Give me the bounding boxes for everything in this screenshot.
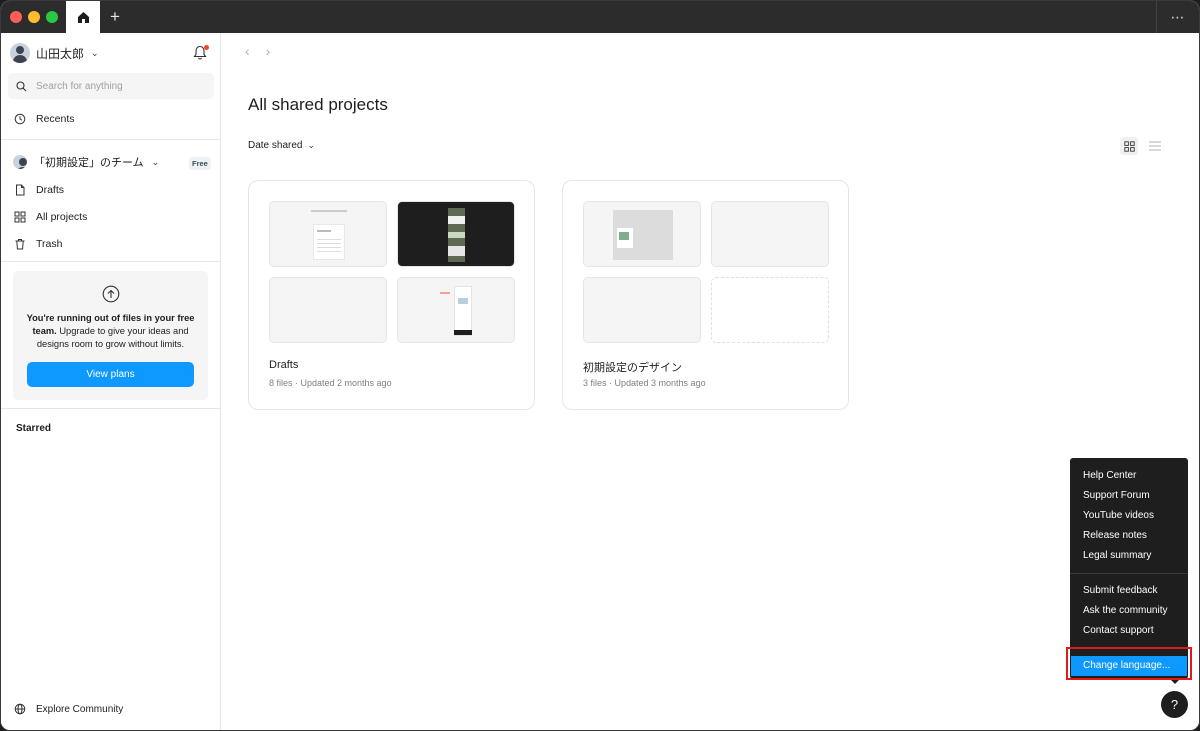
- file-thumbnail: [269, 277, 387, 343]
- sidebar: 山田太郎 ⌄ Recents 「初期設定」のチーム ⌄ Free Drafts: [1, 33, 221, 730]
- upgrade-message: You're running out of files in your free…: [23, 312, 198, 351]
- menu-item-legal-summary[interactable]: Legal summary: [1070, 546, 1188, 566]
- team-avatar: [13, 155, 27, 169]
- help-button[interactable]: ?: [1161, 691, 1188, 718]
- history-nav: ‹ ›: [245, 43, 270, 59]
- highlight-annotation: [1066, 647, 1192, 680]
- file-thumbnail: [711, 201, 829, 267]
- app-window: + ⋯ 山田太郎 ⌄ Recents 「初期設定」のチーム ⌄ Free: [0, 0, 1200, 731]
- project-card-drafts[interactable]: Drafts 8 files · Updated 2 months ago: [248, 180, 535, 410]
- upgrade-card: You're running out of files in your free…: [13, 271, 208, 400]
- trash-icon: [15, 239, 25, 250]
- explore-community-label: Explore Community: [36, 703, 124, 715]
- forward-button[interactable]: ›: [266, 43, 271, 59]
- menu-item-submit-feedback[interactable]: Submit feedback: [1070, 581, 1188, 601]
- title-bar: + ⋯: [1, 1, 1199, 33]
- sidebar-divider: [1, 408, 221, 409]
- sidebar-divider: [1, 139, 221, 140]
- grid-icon: [14, 211, 26, 223]
- main-content: ‹ › All shared projects Date shared ⌄ Dr…: [222, 33, 1199, 730]
- sidebar-item-label: All projects: [36, 211, 88, 223]
- file-thumbnail: [397, 201, 515, 267]
- plus-icon: +: [110, 7, 120, 26]
- back-button[interactable]: ‹: [245, 43, 250, 59]
- sidebar-item-label: Trash: [36, 238, 63, 250]
- sidebar-item-all-projects[interactable]: All projects: [14, 208, 87, 226]
- file-thumbnail: [583, 201, 701, 267]
- upgrade-message-body: Upgrade to give your ideas and designs r…: [36, 326, 189, 349]
- project-name: 初期設定のデザイン: [583, 362, 682, 374]
- home-icon: [77, 11, 89, 23]
- close-window-button[interactable]: [10, 11, 22, 23]
- notification-dot: [204, 45, 209, 50]
- chevron-down-icon: ⌄: [151, 156, 160, 167]
- titlebar-divider: [1156, 1, 1157, 33]
- file-thumbnail: [397, 277, 515, 343]
- menu-item-help-center[interactable]: Help Center: [1070, 466, 1188, 486]
- view-plans-button[interactable]: View plans: [27, 362, 194, 387]
- sort-label: Date shared: [248, 140, 303, 151]
- maximize-window-button[interactable]: [46, 11, 58, 23]
- empty-thumbnail: [711, 277, 829, 343]
- grid-view-icon: [1123, 140, 1135, 152]
- clock-icon: [14, 113, 26, 125]
- menu-divider: [1070, 573, 1188, 574]
- user-name: 山田太郎: [36, 46, 85, 61]
- sidebar-item-trash[interactable]: Trash: [14, 235, 62, 253]
- search-box[interactable]: [8, 73, 214, 99]
- menu-item-ask-community[interactable]: Ask the community: [1070, 601, 1188, 621]
- more-options-button[interactable]: ⋯: [1167, 1, 1189, 33]
- chevron-down-icon: ⌄: [91, 47, 99, 58]
- user-menu[interactable]: 山田太郎 ⌄: [10, 43, 99, 63]
- project-meta: 8 files · Updated 2 months ago: [269, 378, 392, 388]
- sidebar-item-label: Drafts: [36, 184, 65, 196]
- team-switcher[interactable]: 「初期設定」のチーム ⌄: [13, 153, 159, 171]
- file-icon: [16, 184, 25, 196]
- list-view-button[interactable]: [1146, 137, 1164, 155]
- notifications-button[interactable]: [193, 45, 209, 61]
- list-view-icon: [1149, 141, 1161, 151]
- sort-dropdown[interactable]: Date shared ⌄: [248, 140, 315, 151]
- menu-item-support-forum[interactable]: Support Forum: [1070, 486, 1188, 506]
- globe-icon: [14, 703, 26, 715]
- sidebar-item-drafts[interactable]: Drafts: [14, 181, 64, 199]
- help-menu: Help Center Support Forum YouTube videos…: [1070, 458, 1188, 679]
- arrow-up-circle-icon: [102, 285, 120, 303]
- home-tab[interactable]: [66, 1, 100, 33]
- page-title: All shared projects: [248, 95, 388, 114]
- menu-item-youtube-videos[interactable]: YouTube videos: [1070, 506, 1188, 526]
- menu-item-contact-support[interactable]: Contact support: [1070, 621, 1188, 641]
- plan-badge: Free: [189, 157, 211, 170]
- avatar: [10, 43, 30, 63]
- team-name: 「初期設定」のチーム: [34, 157, 144, 169]
- sidebar-divider: [1, 261, 221, 262]
- sidebar-item-recents[interactable]: Recents: [14, 110, 75, 128]
- chevron-down-icon: ⌄: [307, 140, 316, 150]
- search-input[interactable]: [36, 80, 196, 92]
- project-meta: 3 files · Updated 3 months ago: [583, 378, 706, 388]
- file-thumbnail: [269, 201, 387, 267]
- menu-item-release-notes[interactable]: Release notes: [1070, 526, 1188, 546]
- project-name: Drafts: [269, 359, 299, 371]
- search-icon: [16, 80, 27, 91]
- grid-view-button[interactable]: [1120, 137, 1138, 155]
- minimize-window-button[interactable]: [28, 11, 40, 23]
- explore-community-link[interactable]: Explore Community: [14, 703, 123, 715]
- new-tab-button[interactable]: +: [105, 1, 125, 33]
- starred-section-title: Starred: [16, 423, 52, 434]
- sidebar-item-label: Recents: [36, 113, 75, 125]
- file-thumbnail: [583, 277, 701, 343]
- project-card-default-design[interactable]: 初期設定のデザイン 3 files · Updated 3 months ago: [562, 180, 849, 410]
